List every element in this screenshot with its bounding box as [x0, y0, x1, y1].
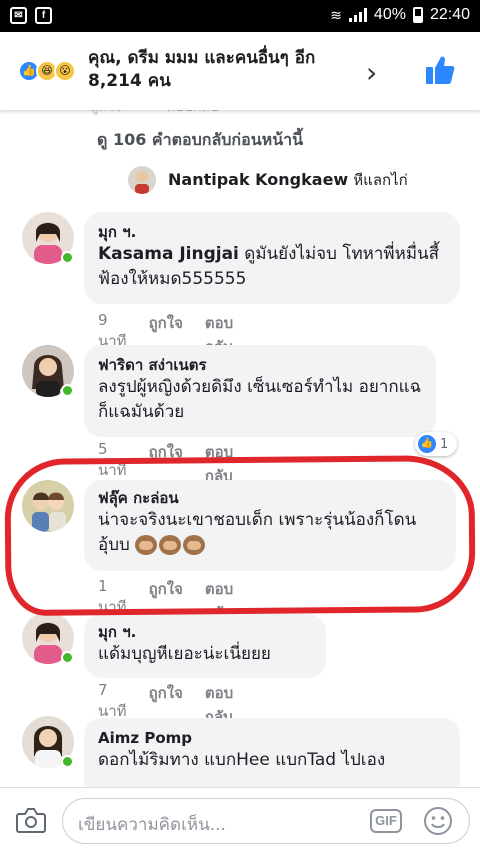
- comment-placeholder: เขียนความคิดเห็น...: [78, 815, 226, 835]
- comment-text: ดอกไม้ริมทาง แบกHee แบกTad ไปเอง: [98, 750, 386, 770]
- see-no-evil-monkey-icon: [135, 535, 206, 555]
- thumbs-up-icon[interactable]: [424, 54, 456, 86]
- like-icon: 👍: [418, 435, 436, 453]
- wow-icon: 😮: [54, 60, 76, 82]
- signal-icon: [348, 8, 367, 22]
- avatar[interactable]: [22, 480, 74, 532]
- camera-icon[interactable]: [16, 806, 46, 834]
- online-indicator: [61, 384, 74, 397]
- messenger-icon: ✉: [10, 7, 27, 24]
- facebook-icon: f: [35, 7, 52, 24]
- comment-author[interactable]: ฟาริดา สง่าเนตร: [98, 355, 422, 375]
- comment-input[interactable]: เขียนความคิดเห็น... GIF: [62, 798, 470, 844]
- battery-percent: 40%: [373, 6, 406, 23]
- view-previous-replies-link[interactable]: ดู 106 คำตอบกลับก่อนหน้านี้: [97, 128, 303, 153]
- reply-preview[interactable]: Nantipak Kongkaew หีแลกไก่: [128, 166, 408, 194]
- comment-text: ลงรูปผู้หญิงด้วยดิมึง เซ็นเซอร์ทำไม อยาก…: [98, 377, 422, 422]
- gif-button[interactable]: GIF: [370, 809, 402, 833]
- comment-author[interactable]: Aimz Pomp: [98, 728, 446, 748]
- emoji-icon[interactable]: [423, 806, 453, 836]
- reactions-header[interactable]: 👍 😆 😮 คุณ, ดรีม มมม และคนอื่นๆ อีก 8,214…: [0, 32, 480, 110]
- comment-text: Kasama Jingjai ดูมันยังไม่จบ โทหาพี่หมื่…: [98, 244, 440, 289]
- comment-bubble[interactable]: มุก ฯ. Kasama Jingjai ดูมันยังไม่จบ โทหา…: [84, 212, 460, 304]
- chevron-right-icon[interactable]: ›: [366, 59, 377, 87]
- clock: 22:40: [429, 6, 470, 23]
- comment-bubble[interactable]: ฟาริดา สง่าเนตร ลงรูปผู้หญิงด้วยดิมึง เซ…: [84, 345, 436, 437]
- avatar: [128, 166, 156, 194]
- comment-author[interactable]: มุก ฯ.: [98, 222, 446, 242]
- mention-link[interactable]: Kasama Jingjai: [98, 244, 239, 264]
- comment-text: แด้มบุญหีเยอะน่ะเนี่ยยย: [98, 644, 271, 664]
- reply-text: หีแลกไก่: [353, 171, 408, 189]
- wifi-icon: ≋: [330, 6, 342, 23]
- comment-bubble[interactable]: Aimz Pomp ดอกไม้ริมทาง แบกHee แบกTad ไปเ…: [84, 718, 460, 798]
- reaction-count[interactable]: 👍 1: [415, 432, 457, 456]
- status-right: ≋ 40% 22:40: [330, 6, 470, 24]
- online-indicator: [61, 755, 74, 768]
- comment-bubble[interactable]: ฟลุ๊ค กะล่อน น่าจะจริงนะเขาชอบเด็ก เพราะ…: [84, 480, 456, 571]
- comment-author[interactable]: ฟลุ๊ค กะล่อน: [98, 488, 442, 508]
- status-bar: ✉ f ≋ 40% 22:40: [0, 0, 480, 32]
- reactions-summary[interactable]: คุณ, ดรีม มมม และคนอื่นๆ อีก 8,214 คน: [88, 47, 350, 93]
- comment-composer: เขียนความคิดเห็น... GIF: [0, 787, 480, 853]
- battery-icon: [412, 7, 423, 23]
- online-indicator: [61, 651, 74, 664]
- comment-author[interactable]: มุก ฯ.: [98, 622, 312, 642]
- online-indicator: [61, 251, 74, 264]
- notification-icons: ✉ f: [10, 7, 52, 24]
- reply-author[interactable]: Nantipak Kongkaew: [168, 170, 348, 189]
- comment-bubble[interactable]: มุก ฯ. แด้มบุญหีเยอะน่ะเนี่ยยย: [84, 614, 326, 678]
- comment-text: น่าจะจริงนะเขาชอบเด็ก เพราะรุ่นน้องก็โดน…: [98, 510, 417, 555]
